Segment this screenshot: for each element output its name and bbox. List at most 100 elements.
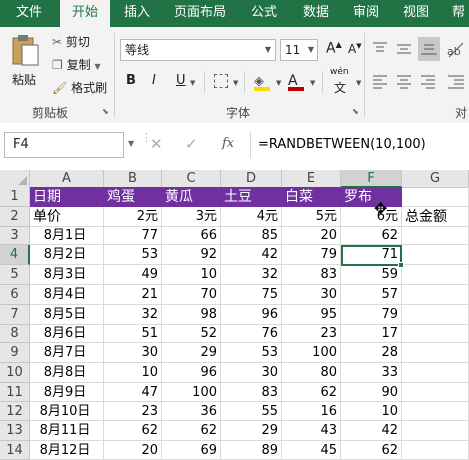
cell[interactable] — [402, 421, 469, 441]
tab-view[interactable]: 视图 — [396, 0, 436, 27]
chevron-down-icon[interactable]: ▼ — [94, 62, 100, 71]
cell[interactable] — [402, 383, 469, 402]
cell[interactable]: 8月11日 — [30, 421, 104, 441]
cell[interactable]: 77 — [104, 227, 162, 245]
align-left-button[interactable] — [370, 71, 392, 93]
cell[interactable]: 33 — [341, 363, 402, 383]
row-header[interactable]: 14 — [0, 441, 30, 460]
cut-button[interactable]: ✂ 剪切 — [52, 33, 90, 51]
cell[interactable]: 52 — [162, 325, 221, 343]
font-size-select[interactable]: 11 ▼ — [280, 39, 318, 61]
cell[interactable] — [402, 187, 469, 207]
bold-button[interactable]: B — [126, 73, 136, 88]
grow-font-button[interactable]: A▲ — [326, 40, 342, 57]
cell[interactable]: 80 — [282, 363, 341, 383]
cell[interactable]: 69 — [162, 441, 221, 460]
cell[interactable]: 62 — [162, 421, 221, 441]
cell[interactable]: 白菜 — [282, 187, 341, 207]
cell[interactable]: 3元 — [162, 207, 221, 227]
cell[interactable]: 98 — [162, 305, 221, 325]
cell[interactable] — [402, 245, 469, 265]
fill-color-icon[interactable]: ◈ — [254, 70, 272, 92]
cell[interactable]: 100 — [162, 383, 221, 402]
cell[interactable]: 45 — [282, 441, 341, 460]
cell[interactable]: 55 — [221, 402, 282, 421]
cell[interactable]: 76 — [221, 325, 282, 343]
cell[interactable]: 62 — [104, 421, 162, 441]
cell[interactable]: 8月7日 — [30, 343, 104, 363]
chevron-down-icon[interactable]: ▼ — [190, 79, 195, 87]
cell[interactable]: 92 — [162, 245, 221, 265]
cell[interactable]: 57 — [341, 285, 402, 305]
tab-insert[interactable]: 插入 — [116, 0, 158, 27]
row-header[interactable]: 3 — [0, 227, 30, 245]
cell[interactable]: 79 — [341, 305, 402, 325]
cell[interactable]: 10 — [341, 402, 402, 421]
column-header[interactable]: C — [162, 170, 221, 188]
cell[interactable]: 89 — [221, 441, 282, 460]
copy-button[interactable]: ❐ 复制 ▼ — [52, 56, 101, 74]
cell[interactable]: 2元 — [104, 207, 162, 227]
tab-data[interactable]: 数据 — [296, 0, 336, 27]
cell[interactable] — [402, 402, 469, 421]
align-right-button[interactable] — [418, 71, 440, 93]
cell[interactable]: 4元 — [221, 207, 282, 227]
cell[interactable]: 鸡蛋 — [104, 187, 162, 207]
cell[interactable] — [402, 343, 469, 363]
cell[interactable]: 28 — [341, 343, 402, 363]
cell[interactable]: 20 — [104, 441, 162, 460]
row-header[interactable]: 13 — [0, 421, 30, 441]
cell[interactable]: 96 — [221, 305, 282, 325]
orientation-button[interactable]: ab — [445, 39, 467, 61]
tab-formulas[interactable]: 公式 — [244, 0, 284, 27]
cell[interactable]: 29 — [221, 421, 282, 441]
row-header[interactable]: 2 — [0, 207, 30, 227]
row-header[interactable]: 12 — [0, 402, 30, 421]
cell[interactable]: 75 — [221, 285, 282, 305]
cell[interactable]: 黄瓜 — [162, 187, 221, 207]
cell[interactable]: 42 — [221, 245, 282, 265]
cell[interactable]: 90 — [341, 383, 402, 402]
tab-help[interactable]: 帮 — [448, 0, 469, 27]
column-header[interactable]: E — [282, 170, 341, 188]
cell[interactable]: 土豆 — [221, 187, 282, 207]
cell[interactable]: 8月3日 — [30, 265, 104, 285]
cell[interactable] — [402, 325, 469, 343]
cell[interactable]: 100 — [282, 343, 341, 363]
column-header[interactable]: G — [402, 170, 469, 188]
cell[interactable]: 5元 — [282, 207, 341, 227]
select-all-corner[interactable] — [0, 170, 30, 188]
clipboard-launcher-icon[interactable]: ⬊ — [102, 107, 109, 116]
tab-home[interactable]: 开始 — [60, 0, 110, 27]
cell[interactable]: 8月12日 — [30, 441, 104, 460]
cell[interactable]: 85 — [221, 227, 282, 245]
row-header[interactable]: 11 — [0, 383, 30, 402]
cell[interactable]: 32 — [104, 305, 162, 325]
cell[interactable]: 43 — [282, 421, 341, 441]
borders-icon[interactable] — [214, 74, 228, 88]
column-header[interactable]: F — [341, 170, 402, 188]
align-center-button[interactable] — [394, 71, 416, 93]
formula-input[interactable]: =RANDBETWEEN(10,100) — [258, 137, 426, 152]
align-middle-button[interactable] — [394, 39, 416, 61]
cell[interactable]: 62 — [341, 227, 402, 245]
name-box[interactable]: F4 — [4, 132, 124, 158]
cell[interactable]: 23 — [282, 325, 341, 343]
cell[interactable] — [402, 265, 469, 285]
insert-function-button[interactable]: fx — [222, 136, 234, 151]
cell[interactable]: 8月8日 — [30, 363, 104, 383]
cell[interactable]: 单价 — [30, 207, 104, 227]
cell[interactable]: 10 — [162, 265, 221, 285]
chevron-down-icon[interactable]: ▼ — [310, 79, 315, 87]
cell[interactable]: 66 — [162, 227, 221, 245]
cell[interactable]: 6元 — [341, 207, 402, 227]
enter-icon[interactable]: ✓ — [185, 135, 198, 153]
tab-review[interactable]: 审阅 — [346, 0, 386, 27]
cell[interactable]: 日期 — [30, 187, 104, 207]
row-header[interactable]: 9 — [0, 343, 30, 363]
row-header[interactable]: 8 — [0, 325, 30, 343]
cell[interactable]: 62 — [282, 383, 341, 402]
cell[interactable] — [402, 363, 469, 383]
cell[interactable]: 47 — [104, 383, 162, 402]
cell[interactable]: 95 — [282, 305, 341, 325]
